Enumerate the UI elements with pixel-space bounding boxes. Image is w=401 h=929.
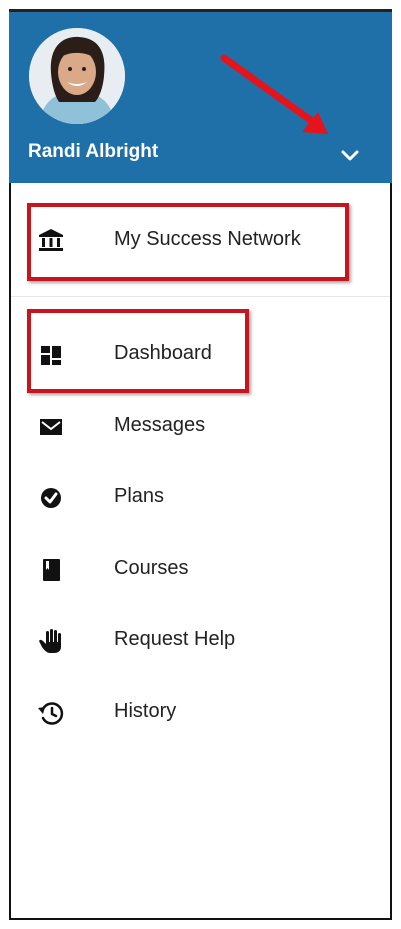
nav-label-courses: Courses xyxy=(114,557,189,579)
avatar[interactable] xyxy=(29,28,125,124)
nav-label-request-help: Request Help xyxy=(114,628,236,650)
nav-label-history: History xyxy=(114,700,177,722)
nav-item-plans[interactable]: Plans xyxy=(11,470,390,526)
annotation-arrow xyxy=(220,54,328,134)
avatar-image xyxy=(29,28,125,124)
user-name: Randi Albright xyxy=(28,141,159,162)
history-icon xyxy=(38,702,64,725)
nav-item-history[interactable]: History xyxy=(11,685,390,741)
nav-item-request-help[interactable]: Request Help xyxy=(11,613,390,669)
nav-label-messages: Messages xyxy=(114,414,206,436)
nav-label-plans: Plans xyxy=(114,485,165,507)
envelope-icon xyxy=(40,419,62,435)
nav-item-courses[interactable]: Courses xyxy=(11,542,390,598)
book-icon xyxy=(43,559,60,581)
raised-hand-icon xyxy=(39,629,61,653)
highlight-box-my-success-network xyxy=(27,203,349,281)
divider xyxy=(11,296,390,297)
profile-header: Randi Albright xyxy=(9,12,392,183)
highlight-box-dashboard xyxy=(27,309,249,393)
nav-item-messages[interactable]: Messages xyxy=(11,399,390,455)
check-circle-icon xyxy=(41,488,61,508)
